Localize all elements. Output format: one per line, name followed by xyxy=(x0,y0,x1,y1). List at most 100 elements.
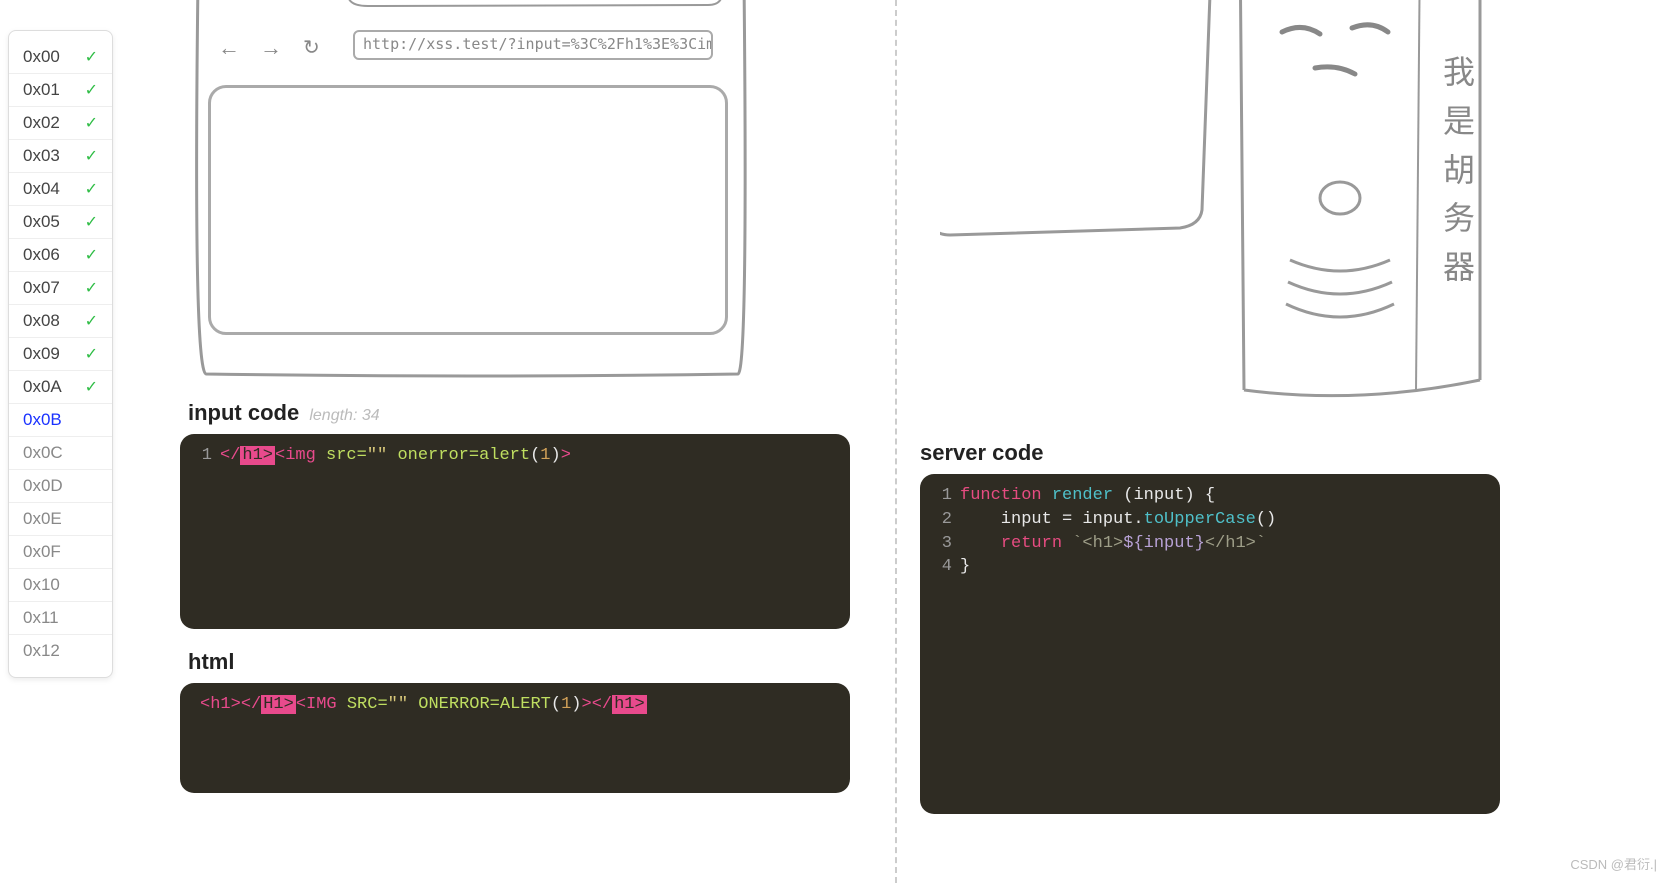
level-item-0x00[interactable]: 0x00✓ xyxy=(9,41,112,73)
browser-back-icon[interactable]: ← xyxy=(218,35,238,61)
check-icon: ✓ xyxy=(85,146,98,166)
code-token xyxy=(337,695,347,714)
code-token: "" xyxy=(367,446,387,465)
watermark: CSDN @君衍.| xyxy=(1570,854,1657,873)
level-item-0x08[interactable]: 0x08 ✓ xyxy=(9,304,112,337)
server-code-block: 1function render (input) { 2 input = inp… xyxy=(920,474,1500,814)
code-token: h1> xyxy=(612,695,647,714)
code-token: SRC= xyxy=(347,695,388,714)
url-bar[interactable]: http://xss.test/?input=%3C%2Fh1%3E%3Cimg… xyxy=(353,30,713,60)
code-token: h1> xyxy=(240,446,275,465)
level-label: 0x0D xyxy=(23,476,63,496)
level-label: 0x11 xyxy=(23,608,59,628)
code-token: > xyxy=(582,695,592,714)
check-icon: ✓ xyxy=(85,344,98,364)
code-token: ${input} xyxy=(1123,534,1205,553)
level-item-0x11[interactable]: 0x11 xyxy=(9,601,112,634)
level-label: 0x03 xyxy=(23,146,60,166)
code-token xyxy=(316,446,326,465)
code-token: </h1>` xyxy=(1205,534,1266,553)
code-token: </ xyxy=(241,695,261,714)
code-token: 1 xyxy=(561,695,571,714)
code-token: function xyxy=(960,486,1042,505)
level-item-0x03[interactable]: 0x03 ✓ xyxy=(9,139,112,172)
code-token: toUpperCase xyxy=(1144,510,1256,529)
check-icon: ✓ xyxy=(85,245,98,265)
code-token: `<h1> xyxy=(1072,534,1123,553)
level-item-0x0B[interactable]: 0x0B xyxy=(9,403,112,436)
code-token: onerror=alert xyxy=(397,446,530,465)
level-sidebar: 0x00✓0x01✓0x02✓0x03✓0x04✓0x05✓0x06✓0x07✓… xyxy=(8,30,113,678)
line-number: 4 xyxy=(934,555,952,579)
level-item-0x05[interactable]: 0x05✓ xyxy=(9,205,112,238)
level-label: 0x02 xyxy=(23,113,60,133)
code-token: (input) { xyxy=(1123,486,1215,505)
level-item-0x0F[interactable]: 0x0F xyxy=(9,535,112,568)
level-label: 0x10 xyxy=(23,575,60,595)
input-code-title: input code xyxy=(188,400,299,425)
level-label: 0x00 xyxy=(23,47,60,67)
code-token xyxy=(408,695,418,714)
html-heading: html xyxy=(188,649,885,675)
code-token: </ xyxy=(592,695,612,714)
level-item-0x06[interactable]: 0x06 ✓ xyxy=(9,238,112,271)
level-label: 0x08 xyxy=(23,311,60,331)
check-icon: ✓ xyxy=(85,377,98,397)
code-token: "" xyxy=(388,695,408,714)
code-token: > xyxy=(561,446,571,465)
level-item-0x12[interactable]: 0x12 xyxy=(9,634,112,667)
code-token: render xyxy=(1042,486,1124,505)
right-column: server code 1function render (input) { 2… xyxy=(920,0,1510,883)
level-label: 0x01 xyxy=(23,80,60,100)
code-token: ) xyxy=(571,695,581,714)
line-number: 3 xyxy=(934,532,952,556)
browser-reload-icon[interactable]: ↻ xyxy=(303,35,318,60)
level-item-0x01[interactable]: 0x01 ✓ xyxy=(9,73,112,106)
code-token: src= xyxy=(326,446,367,465)
code-token: ) xyxy=(550,446,560,465)
left-column: ← → ↻ http://xss.test/?input=%3C%2Fh1%3E… xyxy=(180,0,885,883)
level-item-0x10[interactable]: 0x10 xyxy=(9,568,112,601)
browser-viewport xyxy=(208,85,728,335)
level-item-0x0A[interactable]: 0x0A✓ xyxy=(9,370,112,403)
check-icon: ✓ xyxy=(85,311,98,331)
level-item-0x0C[interactable]: 0x0C xyxy=(9,436,112,469)
level-item-0x02[interactable]: 0x02 ✓ xyxy=(9,106,112,139)
level-label: 0x04 xyxy=(23,179,60,199)
level-item-0x07[interactable]: 0x07 ✓ xyxy=(9,271,112,304)
browser-sketch: ← → ↻ http://xss.test/?input=%3C%2Fh1%3E… xyxy=(188,0,758,380)
level-label: 0x12 xyxy=(23,641,60,661)
code-token: <img xyxy=(275,446,316,465)
code-token: <IMG xyxy=(296,695,337,714)
html-code-block: <h1></H1><IMG SRC="" ONERROR=ALERT(1)></… xyxy=(180,683,850,793)
line-number: 1 xyxy=(194,444,212,468)
code-token xyxy=(1062,534,1072,553)
code-token: ( xyxy=(530,446,540,465)
level-item-0x04[interactable]: 0x04 ✓ xyxy=(9,172,112,205)
level-label: 0x06 xyxy=(23,245,60,265)
level-label: 0x0E xyxy=(23,509,62,529)
level-label: 0x0B xyxy=(23,410,62,430)
level-item-0x0D[interactable]: 0x0D xyxy=(9,469,112,502)
level-label: 0x07 xyxy=(23,278,60,298)
check-icon: ✓ xyxy=(85,278,98,298)
level-label: 0x09 xyxy=(23,344,60,364)
input-code-heading: input code length: 34 xyxy=(188,400,885,426)
check-icon: ✓ xyxy=(85,80,98,100)
code-token: H1> xyxy=(261,695,296,714)
code-token: input = input. xyxy=(960,510,1144,529)
server-code-heading: server code xyxy=(920,440,1510,466)
level-item-0x09[interactable]: 0x09 ✓ xyxy=(9,337,112,370)
input-code-block[interactable]: 1 </h1><img src="" onerror=alert(1)> xyxy=(180,434,850,629)
check-icon: ✓ xyxy=(85,113,98,133)
browser-forward-icon[interactable]: → xyxy=(260,35,280,61)
input-length-label: length: 34 xyxy=(309,407,379,424)
line-number: 1 xyxy=(934,484,952,508)
code-token: </ xyxy=(220,446,240,465)
main-area: ← → ↻ http://xss.test/?input=%3C%2Fh1%3E… xyxy=(180,0,1670,883)
level-item-0x0E[interactable]: 0x0E xyxy=(9,502,112,535)
check-icon: ✓ xyxy=(85,179,98,199)
check-icon: ✓ xyxy=(85,212,98,232)
code-token: 1 xyxy=(540,446,550,465)
code-token: () xyxy=(1256,510,1276,529)
